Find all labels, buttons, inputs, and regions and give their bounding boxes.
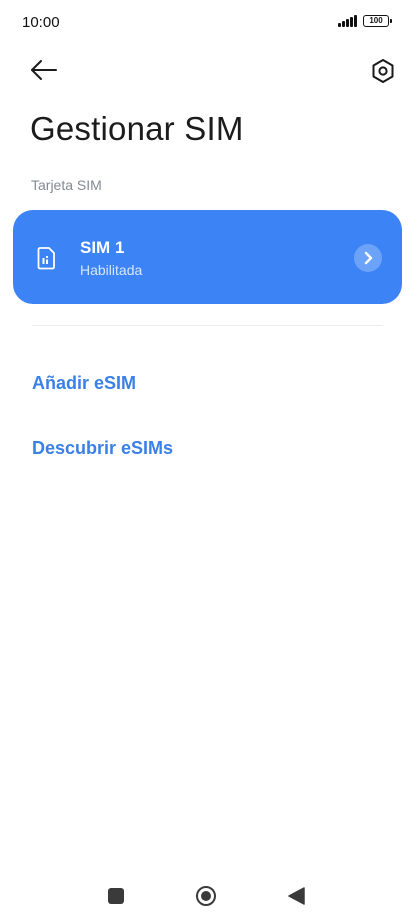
back-button[interactable]	[24, 52, 64, 88]
recents-button[interactable]	[108, 888, 124, 904]
status-time: 10:00	[22, 14, 60, 31]
divider	[32, 325, 383, 326]
add-esim-button[interactable]: Añadir eSIM	[32, 373, 136, 394]
sim-name: SIM 1	[80, 238, 125, 257]
section-label: Tarjeta SIM	[31, 177, 102, 193]
battery-level: 100	[369, 16, 383, 25]
nav-back-button[interactable]	[287, 886, 305, 906]
signal-icon	[338, 15, 358, 27]
battery-icon: 100	[363, 15, 392, 27]
arrow-left-icon	[31, 60, 57, 80]
sim-card-icon	[37, 247, 55, 270]
settings-button[interactable]	[364, 52, 402, 90]
chevron-right-icon	[354, 244, 382, 272]
screen: 10:00 100 Gestionar SIM Tarjeta SIM SIM …	[0, 0, 415, 923]
sim-status: Habilitada	[80, 262, 143, 278]
triangle-back-icon	[288, 887, 305, 905]
sim-card-item[interactable]: SIM 1 Habilitada	[13, 210, 402, 304]
home-button[interactable]	[195, 885, 217, 907]
status-bar: 10:00 100	[0, 0, 415, 44]
hexagon-gear-icon	[372, 59, 394, 83]
page-title: Gestionar SIM	[30, 110, 244, 147]
discover-esims-button[interactable]: Descubrir eSIMs	[32, 438, 173, 459]
circle-icon	[196, 886, 216, 906]
